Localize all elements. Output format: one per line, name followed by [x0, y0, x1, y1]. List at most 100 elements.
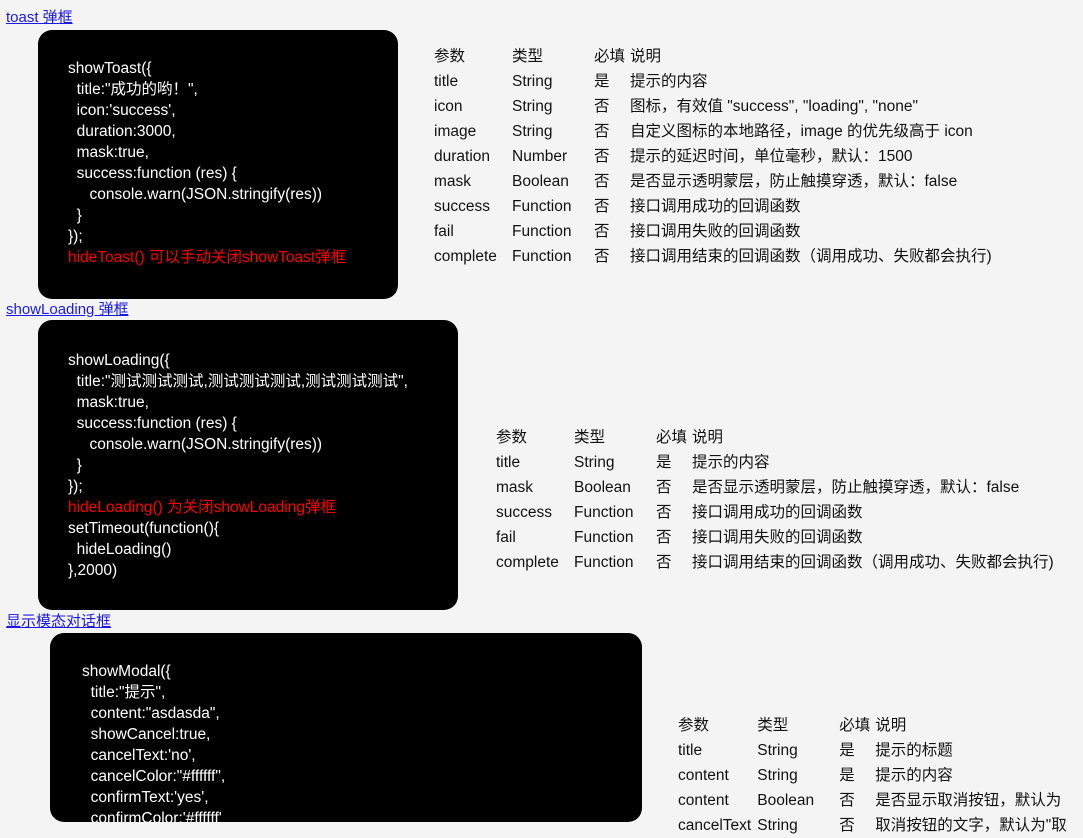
table-cell: 否: [656, 529, 672, 546]
table-cell: 是否显示透明蒙层，防止触摸穿透，默认：false: [630, 173, 958, 190]
table-row: image String 否 自定义图标的本地路径，image 的优先级高于 icon: [434, 119, 992, 144]
table-cell: 否: [594, 248, 610, 265]
table-header-cell: 类型: [512, 48, 544, 65]
table-cell: success: [434, 198, 490, 215]
table-cell: 是: [839, 767, 855, 784]
table-cell: 接口调用成功的回调函数: [692, 504, 863, 521]
table-row: cancelText String 否 取消按钮的文字，默认为"取: [678, 813, 1067, 838]
code-line: showModal({: [82, 663, 171, 680]
code-line: cancelText:'no',: [82, 747, 196, 764]
table-cell: Number: [512, 148, 568, 165]
table-cell: 否: [839, 792, 855, 809]
code-line: confirmColor:'#ffffff': [82, 810, 222, 822]
table-cell: title: [434, 73, 459, 90]
link-showloading-section[interactable]: showLoading 弹框: [6, 300, 129, 320]
table-cell: 否: [839, 817, 855, 834]
table-cell: 图标，有效值 "success", "loading", "none": [630, 98, 919, 115]
table-cell: 否: [594, 123, 610, 140]
code-line: }: [68, 207, 82, 224]
table-cell: String: [757, 767, 798, 784]
table-row: success Function 否 接口调用成功的回调函数: [496, 500, 1054, 525]
code-line: console.warn(JSON.stringify(res)): [68, 436, 323, 453]
table-cell: 提示的标题: [875, 742, 953, 759]
table-cell: Function: [512, 248, 572, 265]
code-line: hideToast() 可以手动关闭showToast弹框: [68, 249, 347, 266]
code-line: confirmText:'yes',: [82, 789, 209, 806]
param-table-toast: 参数 类型 必填 说明 title String 是 提示的内容 icon String 否 图标，有…: [434, 44, 992, 269]
table-cell: 否: [656, 504, 672, 521]
table-row: mask Boolean 否 是否显示透明蒙层，防止触摸穿透，默认：false: [434, 169, 992, 194]
table-cell: 提示的内容: [875, 767, 953, 784]
table-row: title String 是 提示的标题: [678, 738, 1067, 763]
table-cell: 提示的延迟时间，单位毫秒，默认：1500: [630, 148, 913, 165]
table-header-row: 参数 类型 必填 说明: [678, 713, 1067, 738]
table-cell: fail: [434, 223, 454, 240]
table-cell: 否: [594, 198, 610, 215]
code-line: showToast({: [68, 60, 152, 77]
table-cell: 否: [594, 173, 610, 190]
table-cell: 是: [839, 742, 855, 759]
code-line: showLoading({: [68, 352, 170, 369]
code-line: },2000): [68, 562, 118, 579]
code-line: }: [68, 457, 82, 474]
table-cell: 取消按钮的文字，默认为"取: [875, 817, 1067, 834]
table-header-row: 参数 类型 必填 说明: [434, 44, 992, 69]
link-showmodal-section[interactable]: 显示模态对话框: [6, 612, 111, 632]
table-row: success Function 否 接口调用成功的回调函数: [434, 194, 992, 219]
table-row: complete Function 否 接口调用结束的回调函数（调用成功、失败都会执行…: [434, 244, 992, 269]
table-header-cell: 必填: [594, 48, 626, 65]
code-line: mask:true,: [68, 144, 149, 161]
table-cell: String: [512, 98, 553, 115]
table-cell: 是否显示透明蒙层，防止触摸穿透，默认：false: [692, 479, 1020, 496]
param-table-showmodal: 参数 类型 必填 说明 title String 是提示的标题 content String 是提…: [678, 713, 1067, 838]
code-line: });: [68, 228, 83, 245]
code-line: hideLoading() 为关闭showLoading弹框: [68, 499, 336, 516]
table-cell: 接口调用失败的回调函数: [630, 223, 801, 240]
param-table-showloading: 参数 类型 必填 说明 title String 是 提示的内容 mask Boolean 否 是否显…: [496, 425, 1054, 575]
code-line: icon:'success',: [68, 102, 176, 119]
table-header-cell: 必填: [839, 717, 871, 734]
table-cell: Boolean: [757, 792, 815, 809]
link-toast-section[interactable]: toast 弹框: [6, 8, 73, 28]
table-cell: String: [512, 73, 553, 90]
table-cell: complete: [496, 554, 559, 571]
code-line: cancelColor:"#ffffff",: [82, 768, 226, 785]
table-row: mask Boolean 否 是否显示透明蒙层，防止触摸穿透，默认：false: [496, 475, 1054, 500]
table-cell: image: [434, 123, 477, 140]
table-cell: success: [496, 504, 552, 521]
code-line: hideLoading(): [68, 541, 172, 558]
code-line: title:"测试测试测试,测试测试测试,测试测试测试",: [68, 373, 408, 390]
table-cell: 接口调用结束的回调函数（调用成功、失败都会执行): [630, 248, 992, 265]
code-line: content:"asdasda",: [82, 705, 220, 722]
table-cell: Function: [512, 223, 572, 240]
table-cell: String: [574, 454, 615, 471]
table-cell: Function: [574, 529, 634, 546]
table-header-cell: 参数: [678, 717, 710, 734]
table-cell: Boolean: [574, 479, 631, 496]
code-line: mask:true,: [68, 394, 149, 411]
code-line: success:function (res) {: [68, 415, 237, 432]
table-cell: 是否显示取消按钮，默认为: [875, 792, 1062, 809]
table-cell: Boolean: [512, 173, 569, 190]
table-cell: 否: [656, 479, 672, 496]
table-row: title String 是 提示的内容: [496, 450, 1054, 475]
table-cell: 否: [594, 98, 610, 115]
table-row: icon String 否 图标，有效值 "success", "loading", …: [434, 94, 992, 119]
table-cell: title: [678, 742, 703, 759]
table-row: content Boolean 否 是否显示取消按钮，默认为: [678, 788, 1067, 813]
code-line: success:function (res) {: [68, 165, 237, 182]
table-cell: mask: [496, 479, 534, 496]
table-header-cell: 类型: [757, 717, 789, 734]
table-cell: Function: [574, 504, 634, 521]
table-cell: 否: [594, 148, 610, 165]
table-cell: Function: [574, 554, 634, 571]
table-cell: String: [757, 817, 798, 834]
code-line: title:"成功的哟！",: [68, 81, 198, 98]
table-cell: icon: [434, 98, 463, 115]
table-cell: 接口调用失败的回调函数: [692, 529, 863, 546]
code-line: setTimeout(function(){: [68, 520, 220, 537]
table-cell: 接口调用结束的回调函数（调用成功、失败都会执行): [692, 554, 1054, 571]
table-header-cell: 必填: [656, 429, 688, 446]
table-header-cell: 参数: [434, 48, 466, 65]
table-cell: 是: [656, 454, 672, 471]
